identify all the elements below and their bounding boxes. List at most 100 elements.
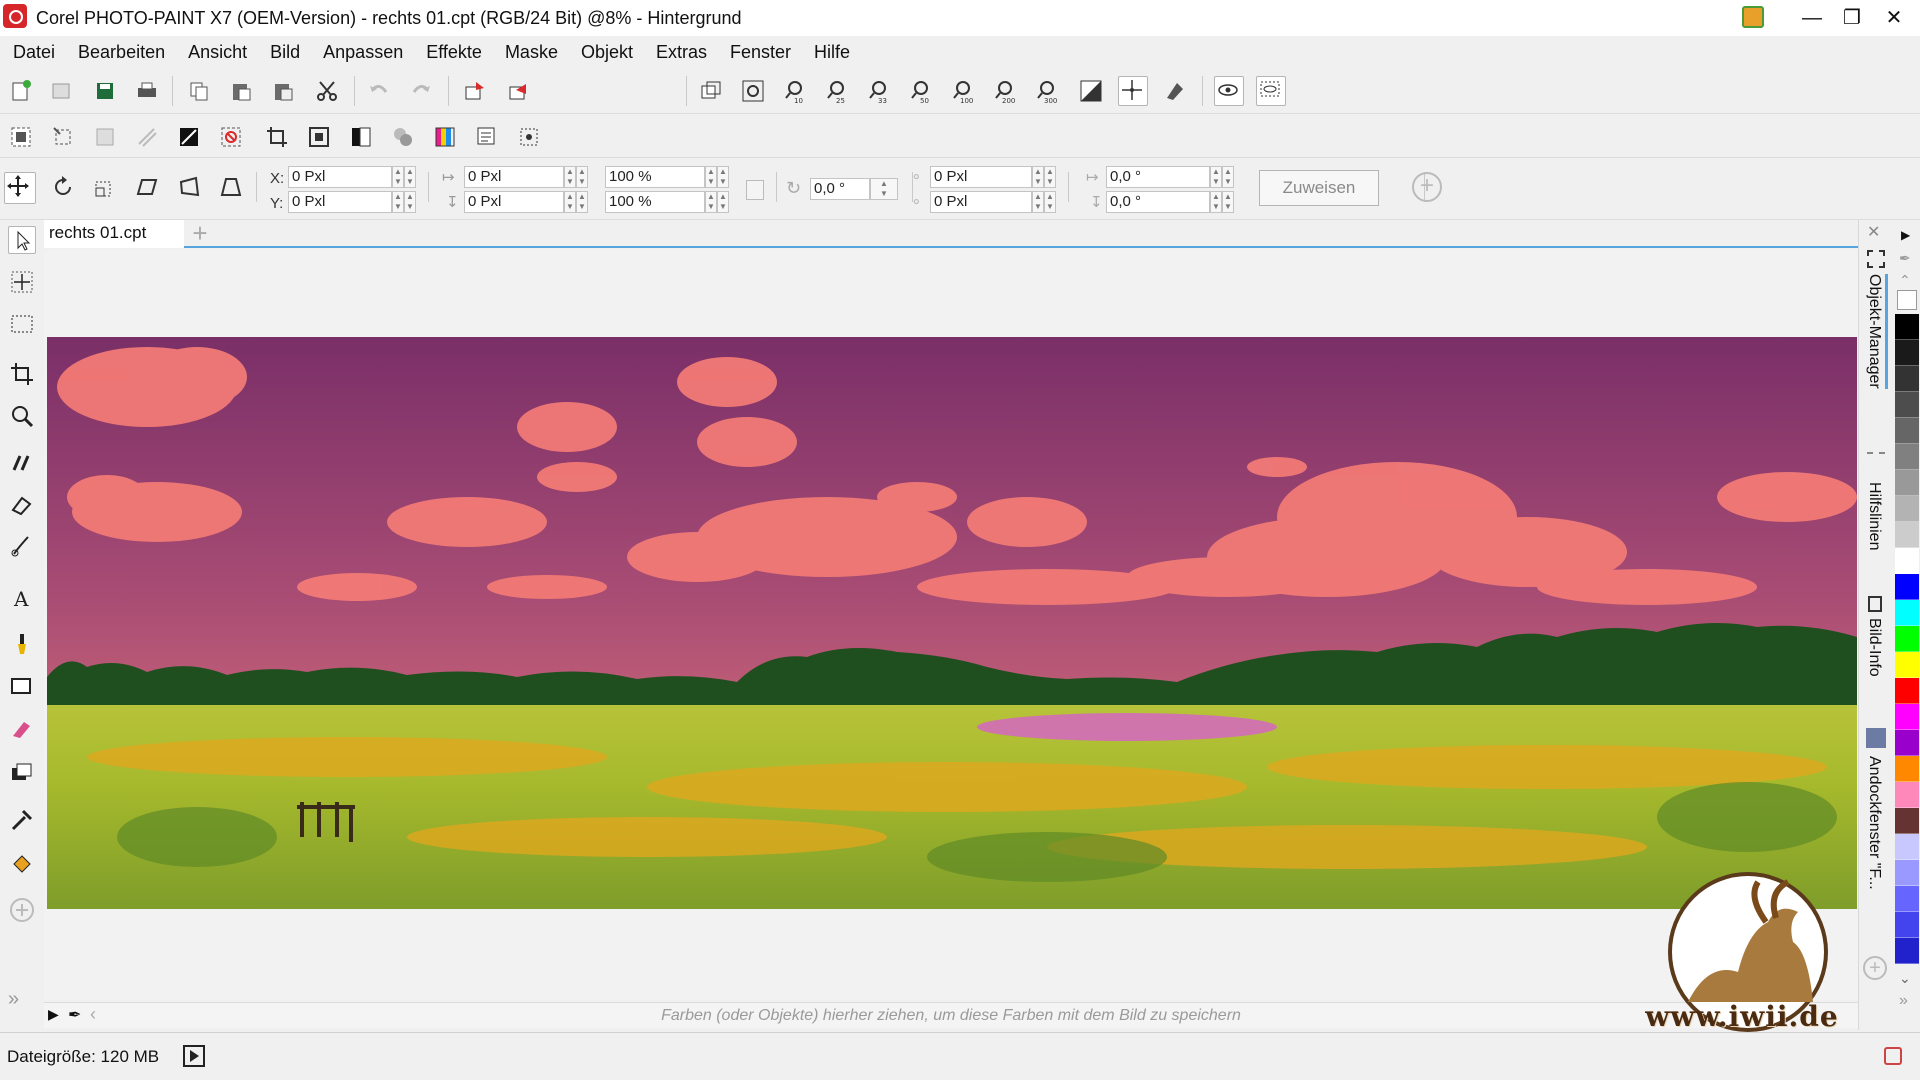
mask-invert-icon[interactable] [8,124,34,150]
palette-scroll-up-icon[interactable]: ⌃ [1899,272,1911,289]
export-icon[interactable] [506,78,532,104]
minimize-icon[interactable]: — [1790,4,1834,32]
new-document-icon[interactable] [8,78,34,104]
docker-tab-object-manager[interactable]: Objekt-Manager [1865,274,1888,389]
color-swatch[interactable] [1895,418,1919,444]
skew-v-spinner-2[interactable]: ▲ ▼ [1222,191,1234,213]
menu-objekt[interactable]: Objekt [572,36,647,68]
rotation-spinner[interactable]: ▲ ▼ [870,178,898,200]
snap-icon[interactable] [1162,78,1188,104]
x-position-spinner-2[interactable]: ▲ ▼ [404,166,416,188]
mask-overlay-icon[interactable] [1078,78,1104,104]
color-swatch[interactable] [1895,470,1919,496]
paint-tool-icon[interactable] [8,630,36,658]
color-swatch[interactable] [1895,782,1919,808]
color-swatch[interactable] [1895,574,1919,600]
eyedropper-tool-icon[interactable] [8,806,36,834]
center-x-spinner-2[interactable]: ▲ ▼ [1044,166,1056,188]
open-icon[interactable] [48,78,74,104]
text-tool-icon[interactable]: A [8,584,36,612]
center-y-spinner-2[interactable]: ▲ ▼ [1044,191,1056,213]
mask-transform-tool-icon[interactable] [8,268,36,296]
import-icon[interactable] [462,78,488,104]
color-swatch[interactable] [1895,834,1919,860]
center-x-field[interactable]: 0 Pxl [930,166,1032,188]
remove-mask-icon[interactable] [92,124,118,150]
zoom-200-icon[interactable]: 200 [992,78,1018,105]
width-field[interactable]: 0 Pxl [464,166,564,188]
scale-width-spinner[interactable]: ▲ ▼ [705,166,717,188]
zoom-fit-icon[interactable] [740,78,766,104]
y-position-spinner-2[interactable]: ▲ ▼ [404,191,416,213]
document-palette-tray[interactable]: ▶ ✒ ‹ Farben (oder Objekte) hierher zieh… [44,1002,1858,1028]
center-x-spinner[interactable]: ▲ ▼ [1032,166,1044,188]
paste-icon[interactable] [228,78,254,104]
color-balance-icon[interactable] [432,124,458,150]
mask-feather-icon[interactable] [134,124,160,150]
redo-icon[interactable] [408,78,434,104]
zoom-33-icon[interactable]: 33 [866,78,892,105]
scale-width-field[interactable]: 100 % [605,166,705,188]
resample-icon[interactable] [306,124,332,150]
save-icon[interactable] [92,78,118,104]
document-tab[interactable]: rechts 01.cpt [44,220,184,248]
mask-contrast-icon[interactable] [176,124,202,150]
zoom-50-icon[interactable]: 50 [908,78,934,105]
scale-height-spinner[interactable]: ▲ ▼ [705,191,717,213]
eraser-tool-icon[interactable] [8,714,36,742]
channels-icon[interactable] [474,124,500,150]
color-swatch[interactable] [1895,938,1919,964]
zoom-100-icon[interactable]: 100 [950,78,976,105]
docker-tab-guidelines[interactable]: Hilfslinien [1865,482,1883,550]
skew-v-spinner[interactable]: ▲ ▼ [1210,191,1222,213]
rectangle-tool-icon[interactable] [8,672,36,700]
show-mask-marquee-icon[interactable] [1256,76,1286,106]
paper-size-icon[interactable] [390,124,416,150]
touch-up-brush-icon[interactable] [8,532,36,560]
y-position-spinner[interactable]: ▲ ▼ [392,191,404,213]
palette-eyedropper-side-icon[interactable]: ✒ [1899,250,1911,267]
center-y-field[interactable]: 0 Pxl [930,191,1032,213]
object-picker-icon[interactable] [516,124,542,150]
show-object-marquee-icon[interactable] [1214,76,1244,106]
skew-mode-icon[interactable] [134,174,160,200]
document-image[interactable] [47,337,1857,909]
full-screen-preview-icon[interactable] [698,78,724,104]
menu-fenster[interactable]: Fenster [721,36,805,68]
color-swatch[interactable] [1895,548,1919,574]
cut-icon[interactable] [314,78,340,104]
guidelines-toggle-icon[interactable] [1118,76,1148,106]
rotation-field[interactable]: 0,0 ° [810,178,870,200]
height-field[interactable]: 0 Pxl [464,191,564,213]
skew-h-spinner-2[interactable]: ▲ ▼ [1222,166,1234,188]
color-swatch[interactable] [1895,886,1919,912]
scale-height-spinner-2[interactable]: ▲ ▼ [717,191,729,213]
maximize-icon[interactable]: ❐ [1830,4,1874,32]
width-spinner-2[interactable]: ▲ ▼ [576,166,588,188]
zoom-tool-icon[interactable] [8,402,36,430]
status-menu-button[interactable] [183,1045,205,1067]
color-swatch[interactable] [1895,704,1919,730]
zoom-300-icon[interactable]: 300 [1034,78,1060,105]
palette-expand-icon[interactable]: » [1899,992,1908,1010]
color-swatch[interactable] [1895,912,1919,938]
expand-toolbox-icon[interactable]: » [8,988,36,1016]
menu-datei[interactable]: Datei [4,36,69,68]
color-swatch[interactable] [1895,860,1919,886]
menu-ansicht[interactable]: Ansicht [179,36,261,68]
docker-tab-undocked[interactable]: Andockfenster "F... [1865,756,1883,890]
y-position-field[interactable]: 0 Pxl [288,191,392,213]
scale-width-spinner-2[interactable]: ▲ ▼ [717,166,729,188]
color-swatch[interactable] [1895,652,1919,678]
skew-horizontal-field[interactable]: 0,0 ° [1106,166,1210,188]
color-swatch[interactable] [1895,600,1919,626]
effect-tool-icon[interactable] [8,760,36,788]
add-property-icon[interactable]: + [1412,172,1442,202]
color-swatch[interactable] [1895,340,1919,366]
x-position-field[interactable]: 0 Pxl [288,166,392,188]
menu-effekte[interactable]: Effekte [417,36,496,68]
crop-tool-icon[interactable] [8,360,36,388]
print-icon[interactable] [134,78,160,104]
color-swatch[interactable] [1895,314,1919,340]
clone-tool-icon[interactable] [8,490,36,518]
